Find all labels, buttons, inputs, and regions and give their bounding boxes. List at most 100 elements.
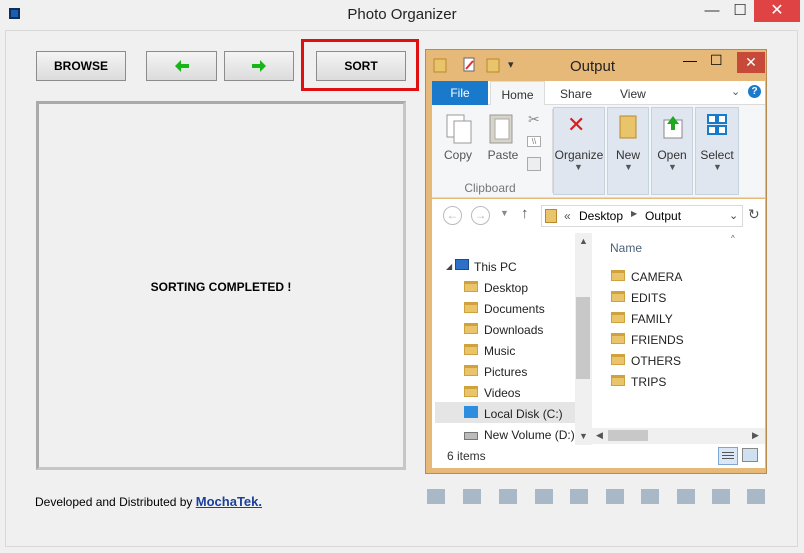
explorer-title: Output (570, 58, 616, 75)
green-left-arrow-icon (175, 60, 189, 72)
progress-dot (677, 489, 695, 504)
scroll-thumb[interactable] (608, 430, 648, 441)
minimize-button[interactable]: — (698, 0, 726, 22)
file-item-camera[interactable]: CAMERA (631, 270, 682, 284)
nav-item-local-disk[interactable]: Local Disk (C:) (484, 407, 563, 421)
select-button[interactable]: Select ▼ (695, 107, 739, 195)
nav-item-videos[interactable]: Videos (484, 386, 520, 400)
folder-icon (464, 323, 478, 334)
scissors-icon[interactable]: ✂ (528, 111, 540, 128)
copy-icon (446, 114, 472, 144)
folder-icon (464, 281, 478, 292)
back-button[interactable] (146, 51, 217, 81)
details-view-icon[interactable] (718, 447, 738, 465)
refresh-icon[interactable]: ↻ (748, 206, 760, 223)
nav-item-pictures[interactable]: Pictures (484, 365, 527, 379)
copy-button[interactable]: Copy (442, 148, 474, 162)
explorer-close-button[interactable]: ✕ (737, 52, 765, 73)
address-bar[interactable]: « Desktop ▶ Output ⌄ (541, 205, 743, 227)
organize-button[interactable]: ✕ Organize ▼ (553, 107, 605, 195)
select-grid-icon (707, 114, 727, 135)
file-item-family[interactable]: FAMILY (631, 312, 673, 326)
new-folder-icon[interactable] (486, 57, 500, 73)
this-pc-icon (455, 259, 469, 270)
nav-item-desktop[interactable]: Desktop (484, 281, 528, 295)
clipboard-group-label: Clipboard (464, 181, 516, 195)
explorer-maximize-button[interactable]: ☐ (710, 52, 723, 69)
folder-icon (611, 312, 625, 323)
folder-icon (611, 291, 625, 302)
open-icon (663, 116, 683, 139)
folder-icon (545, 209, 557, 223)
tab-view[interactable]: View (620, 81, 646, 105)
breadcrumb-output[interactable]: Output (645, 209, 681, 223)
breadcrumb-chevron-icon: ▶ (631, 209, 638, 218)
close-button[interactable]: ✕ (754, 0, 800, 22)
green-right-arrow-icon (252, 60, 266, 72)
chevron-down-icon: ▼ (713, 162, 722, 172)
properties-icon[interactable] (463, 57, 477, 73)
new-folder-icon (619, 115, 637, 139)
mochatek-link[interactable]: MochaTek. (196, 494, 262, 509)
chevron-down-icon[interactable]: ⌄ (729, 209, 738, 222)
horizontal-scrollbar[interactable]: ◀ ▶ (592, 428, 765, 444)
file-item-trips[interactable]: TRIPS (631, 375, 666, 389)
breadcrumb-overflow[interactable]: « (564, 209, 571, 223)
scroll-thumb[interactable] (576, 297, 590, 379)
forward-button[interactable] (224, 51, 294, 81)
help-icon[interactable]: ? (748, 85, 761, 98)
chevron-down-icon[interactable]: ▾ (508, 58, 514, 71)
folder-icon (464, 365, 478, 376)
tab-home[interactable]: Home (490, 81, 545, 105)
maximize-button[interactable]: ☐ (726, 0, 754, 22)
recent-locations-icon[interactable]: ▼ (500, 208, 509, 218)
nav-scrollbar[interactable]: ▲ ▼ (575, 233, 592, 445)
scroll-up-icon[interactable]: ▲ (579, 236, 588, 246)
new-button[interactable]: New ▼ (607, 107, 649, 195)
scroll-down-icon[interactable]: ▼ (579, 431, 588, 441)
tab-file[interactable]: File (432, 81, 488, 105)
folder-icon (464, 302, 478, 313)
nav-item-new-volume[interactable]: New Volume (D:) (484, 428, 575, 442)
large-icons-view-icon[interactable] (742, 448, 758, 462)
nav-item-music[interactable]: Music (484, 344, 515, 358)
copy-path-icon[interactable]: \\ (527, 136, 541, 147)
tab-share[interactable]: Share (560, 81, 592, 105)
open-label: Open (657, 148, 687, 162)
sort-button[interactable]: SORT (316, 51, 406, 81)
file-item-others[interactable]: OTHERS (631, 354, 681, 368)
open-button[interactable]: Open ▼ (651, 107, 693, 195)
expand-chevron-icon[interactable]: ◢ (446, 262, 452, 271)
chevron-down-icon[interactable]: ⌄ (731, 85, 740, 98)
paste-button[interactable]: Paste (486, 148, 520, 162)
breadcrumb-desktop[interactable]: Desktop (579, 209, 623, 223)
progress-dot (606, 489, 624, 504)
nav-item-downloads[interactable]: Downloads (484, 323, 543, 337)
column-header-name[interactable]: Name (610, 241, 642, 255)
sort-ascending-icon: ^ (731, 234, 735, 243)
browse-button[interactable]: BROWSE (36, 51, 126, 81)
item-count: 6 items (447, 449, 486, 463)
drive-icon (464, 432, 478, 440)
nav-this-pc[interactable]: This PC (474, 260, 517, 274)
progress-dot (712, 489, 730, 504)
paste-shortcut-icon[interactable] (527, 157, 541, 171)
nav-forward-icon[interactable]: → (471, 206, 490, 225)
scroll-right-icon[interactable]: ▶ (752, 430, 759, 441)
delete-x-icon: ✕ (567, 112, 586, 137)
explorer-minimize-button[interactable]: — (683, 52, 697, 68)
file-item-edits[interactable]: EDITS (631, 291, 666, 305)
nav-item-documents[interactable]: Documents (484, 302, 545, 316)
up-arrow-icon[interactable]: ↑ (521, 205, 529, 222)
scroll-left-icon[interactable]: ◀ (596, 430, 603, 441)
chevron-down-icon: ▼ (574, 162, 583, 172)
nav-back-icon[interactable]: ← (443, 206, 462, 225)
window-title: Photo Organizer (347, 6, 457, 23)
status-panel: SORTING COMPLETED ! (36, 101, 406, 470)
folder-icon (611, 375, 625, 386)
credit-prefix: Developed and Distributed by (35, 495, 193, 509)
status-message: SORTING COMPLETED ! (150, 280, 292, 294)
file-item-friends[interactable]: FRIENDS (631, 333, 684, 347)
chevron-down-icon: ▼ (624, 162, 633, 172)
credit-line: Developed and Distributed by MochaTek. (35, 494, 262, 509)
